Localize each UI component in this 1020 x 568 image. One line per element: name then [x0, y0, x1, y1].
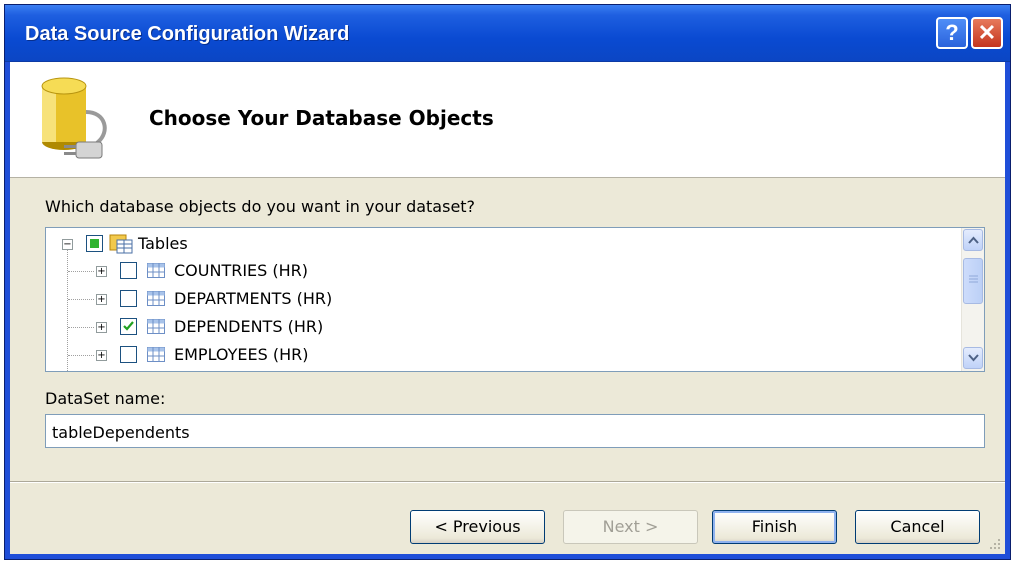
expand-icon[interactable]: +: [96, 350, 107, 361]
dataset-name-input[interactable]: tableDependents: [45, 414, 985, 448]
cancel-button[interactable]: Cancel: [855, 510, 980, 544]
title-bar[interactable]: Data Source Configuration Wizard ? ✕: [5, 5, 1010, 62]
item-checkbox[interactable]: [120, 346, 137, 363]
table-icon: [147, 347, 165, 362]
tree-item[interactable]: + COUNTRIES (HR): [46, 258, 946, 284]
dataset-name-label: DataSet name:: [45, 389, 166, 408]
table-icon: [147, 319, 165, 334]
wizard-banner: Choose Your Database Objects: [10, 62, 1005, 178]
tree-item[interactable]: + DEPARTMENTS (HR): [46, 286, 946, 312]
item-label: DEPENDENTS (HR): [174, 317, 324, 336]
item-checkbox[interactable]: [120, 318, 137, 335]
tree-connector: [68, 299, 94, 300]
tree-node-tables[interactable]: − Tables: [46, 231, 946, 257]
wizard-window: Data Source Configuration Wizard ? ✕ Cho…: [4, 4, 1011, 560]
resize-grip-icon[interactable]: [987, 536, 1001, 550]
tables-checkbox[interactable]: [86, 235, 103, 252]
page-heading: Choose Your Database Objects: [149, 106, 494, 130]
tree-connector: [68, 271, 94, 272]
item-label: EMPLOYEES (HR): [174, 345, 309, 364]
expand-icon[interactable]: +: [96, 294, 107, 305]
scroll-up-button[interactable]: [963, 229, 983, 251]
table-icon: [147, 263, 165, 278]
scroll-down-button[interactable]: [963, 347, 983, 369]
close-icon: ✕: [977, 20, 997, 45]
item-label: COUNTRIES (HR): [174, 261, 309, 280]
objects-prompt: Which database objects do you want in yo…: [45, 197, 476, 216]
window-title: Data Source Configuration Wizard: [25, 23, 350, 45]
scroll-thumb[interactable]: [963, 258, 983, 304]
wizard-body: Choose Your Database Objects Which datab…: [10, 62, 1005, 554]
previous-button[interactable]: < Previous: [410, 510, 545, 544]
tree-item[interactable]: + EMPLOYEES (HR): [46, 342, 946, 368]
expand-icon[interactable]: +: [96, 322, 107, 333]
table-icon: [147, 291, 165, 306]
chevron-up-icon: [968, 236, 979, 244]
partial-check-icon: [90, 239, 99, 248]
tree-connector: [68, 355, 94, 356]
grip-lines-icon: [969, 275, 978, 283]
chevron-down-icon: [968, 354, 979, 362]
next-button[interactable]: Next >: [563, 510, 698, 544]
tables-label: Tables: [138, 234, 188, 253]
checkmark-icon: [123, 321, 134, 331]
database-plug-icon: [41, 77, 107, 159]
item-checkbox[interactable]: [120, 262, 137, 279]
collapse-icon[interactable]: −: [62, 239, 73, 250]
tree-connector: [68, 327, 94, 328]
tables-folder-icon: [109, 234, 133, 254]
help-button[interactable]: ?: [936, 17, 968, 49]
expand-icon[interactable]: +: [96, 266, 107, 277]
vertical-scrollbar[interactable]: [961, 228, 984, 371]
item-checkbox[interactable]: [120, 290, 137, 307]
tree-item[interactable]: + DEPENDENTS (HR): [46, 314, 946, 340]
objects-tree[interactable]: − Tables + COUNTRIES (HR) + DEPARTMENTS …: [45, 227, 985, 372]
help-icon: ?: [945, 20, 959, 45]
finish-button[interactable]: Finish: [712, 510, 837, 544]
divider: [10, 481, 1005, 483]
close-button[interactable]: ✕: [971, 17, 1003, 49]
item-label: DEPARTMENTS (HR): [174, 289, 333, 308]
